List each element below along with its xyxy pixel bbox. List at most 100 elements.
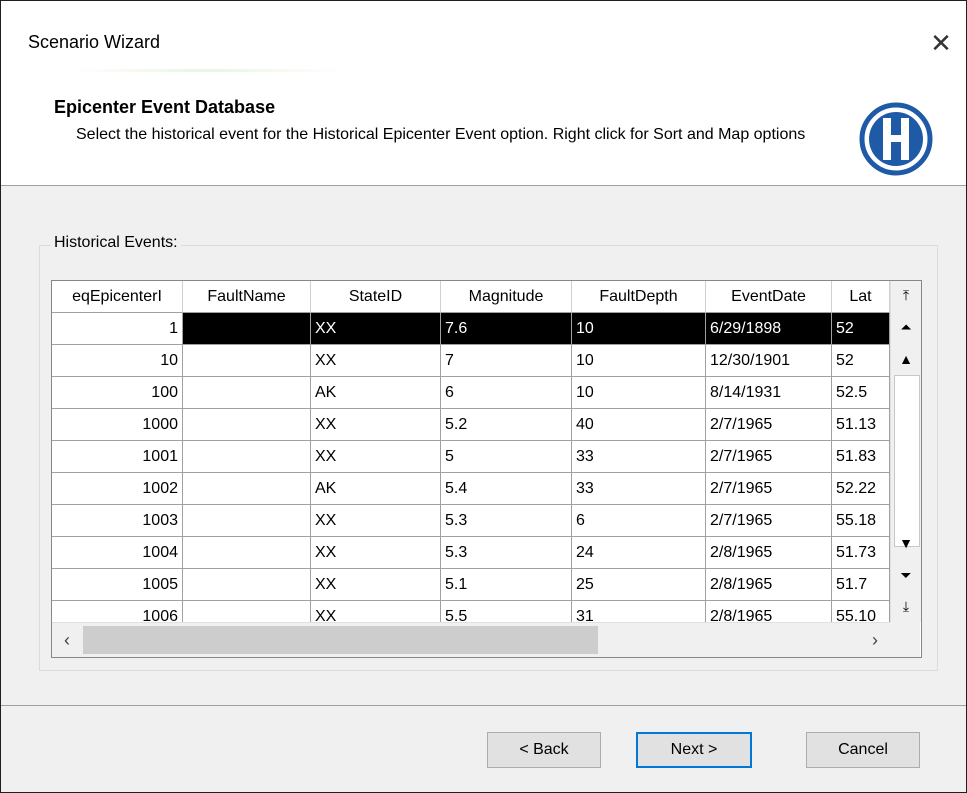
cell-eventdate[interactable]: 2/7/1965 bbox=[706, 441, 832, 473]
table-row[interactable]: 1004 XX 5.3 24 2/8/1965 51.73 bbox=[52, 537, 890, 569]
cell-magnitude[interactable]: 5 bbox=[441, 441, 572, 473]
vertical-scroll-thumb[interactable] bbox=[894, 375, 920, 547]
cell-faultname[interactable] bbox=[183, 377, 311, 409]
cell-eventdate[interactable]: 2/8/1965 bbox=[706, 569, 832, 601]
cancel-button[interactable]: Cancel bbox=[806, 732, 920, 768]
table-row[interactable]: 1 XX 7.6 10 6/29/1898 52 bbox=[52, 313, 890, 345]
cell-lat[interactable]: 52 bbox=[832, 313, 890, 345]
scroll-right-icon[interactable]: › bbox=[860, 623, 890, 657]
cell-lat[interactable]: 51.83 bbox=[832, 441, 890, 473]
table-row[interactable]: 10 XX 7 10 12/30/1901 52 bbox=[52, 345, 890, 377]
cell-magnitude[interactable]: 7 bbox=[441, 345, 572, 377]
page-up-icon[interactable]: ⏶ bbox=[891, 315, 921, 339]
column-header-eventdate[interactable]: EventDate bbox=[706, 281, 832, 313]
cell-stateid[interactable]: AK bbox=[311, 377, 441, 409]
cell-magnitude[interactable]: 7.6 bbox=[441, 313, 572, 345]
cell-lat[interactable]: 51.7 bbox=[832, 569, 890, 601]
cell-stateid[interactable]: AK bbox=[311, 473, 441, 505]
cell-faultdepth[interactable]: 24 bbox=[572, 537, 706, 569]
cell-eqepicenteri[interactable]: 1002 bbox=[52, 473, 183, 505]
cell-eqepicenteri[interactable]: 100 bbox=[52, 377, 183, 409]
cell-lat[interactable]: 52.22 bbox=[832, 473, 890, 505]
table-row[interactable]: 1003 XX 5.3 6 2/7/1965 55.18 bbox=[52, 505, 890, 537]
cell-faultdepth[interactable]: 25 bbox=[572, 569, 706, 601]
cell-magnitude[interactable]: 5.4 bbox=[441, 473, 572, 505]
cell-faultdepth[interactable]: 6 bbox=[572, 505, 706, 537]
table-row[interactable]: 1005 XX 5.1 25 2/8/1965 51.7 bbox=[52, 569, 890, 601]
cell-lat[interactable]: 52.5 bbox=[832, 377, 890, 409]
cell-eqepicenteri[interactable]: 10 bbox=[52, 345, 183, 377]
cell-faultname[interactable] bbox=[183, 569, 311, 601]
cell-eqepicenteri[interactable]: 1004 bbox=[52, 537, 183, 569]
cell-magnitude[interactable]: 5.3 bbox=[441, 505, 572, 537]
cell-eqepicenteri[interactable]: 1005 bbox=[52, 569, 183, 601]
cell-faultdepth[interactable]: 33 bbox=[572, 441, 706, 473]
cell-magnitude[interactable]: 5.3 bbox=[441, 537, 572, 569]
cell-eventdate[interactable]: 8/14/1931 bbox=[706, 377, 832, 409]
scroll-up-icon[interactable]: ▲ bbox=[891, 347, 921, 371]
vertical-scrollbar[interactable]: ⤒ ⏶ ▲ ▼ ⏷ ⤓ bbox=[890, 281, 921, 622]
cell-faultname[interactable] bbox=[183, 505, 311, 537]
horizontal-scroll-thumb[interactable] bbox=[83, 626, 598, 654]
cell-lat[interactable]: 51.13 bbox=[832, 409, 890, 441]
cell-eqepicenteri[interactable]: 1 bbox=[52, 313, 183, 345]
table-row[interactable]: 1001 XX 5 33 2/7/1965 51.83 bbox=[52, 441, 890, 473]
title-accent-line bbox=[69, 69, 345, 72]
column-header-eqepicenteri[interactable]: eqEpicenterI bbox=[52, 281, 183, 313]
column-header-lat[interactable]: Lat bbox=[832, 281, 890, 313]
table-row[interactable]: 1002 AK 5.4 33 2/7/1965 52.22 bbox=[52, 473, 890, 505]
cell-faultname[interactable] bbox=[183, 313, 311, 345]
cell-magnitude[interactable]: 6 bbox=[441, 377, 572, 409]
cell-faultdepth[interactable]: 10 bbox=[572, 377, 706, 409]
cell-eqepicenteri[interactable]: 1001 bbox=[52, 441, 183, 473]
cell-magnitude[interactable]: 5.2 bbox=[441, 409, 572, 441]
table-row[interactable]: 100 AK 6 10 8/14/1931 52.5 bbox=[52, 377, 890, 409]
scroll-bottom-icon[interactable]: ⤓ bbox=[891, 594, 921, 618]
cell-faultname[interactable] bbox=[183, 345, 311, 377]
scroll-down-icon[interactable]: ▼ bbox=[891, 531, 921, 555]
column-header-faultname[interactable]: FaultName bbox=[183, 281, 311, 313]
cell-eventdate[interactable]: 2/7/1965 bbox=[706, 409, 832, 441]
cell-faultname[interactable] bbox=[183, 537, 311, 569]
column-header-faultdepth[interactable]: FaultDepth bbox=[572, 281, 706, 313]
cell-eventdate[interactable]: 2/8/1965 bbox=[706, 537, 832, 569]
cell-lat[interactable]: 52 bbox=[832, 345, 890, 377]
footer-divider bbox=[1, 705, 966, 706]
cell-faultname[interactable] bbox=[183, 409, 311, 441]
cell-eventdate[interactable]: 2/7/1965 bbox=[706, 505, 832, 537]
title-bar: Scenario Wizard ✕ bbox=[1, 1, 966, 89]
page-down-icon[interactable]: ⏷ bbox=[891, 563, 921, 587]
cell-stateid[interactable]: XX bbox=[311, 441, 441, 473]
cell-lat[interactable]: 51.73 bbox=[832, 537, 890, 569]
cell-lat[interactable]: 55.18 bbox=[832, 505, 890, 537]
cell-eqepicenteri[interactable]: 1000 bbox=[52, 409, 183, 441]
cell-eventdate[interactable]: 12/30/1901 bbox=[706, 345, 832, 377]
cell-stateid[interactable]: XX bbox=[311, 409, 441, 441]
cell-faultname[interactable] bbox=[183, 473, 311, 505]
scroll-left-icon[interactable]: ‹ bbox=[52, 623, 82, 657]
horizontal-scrollbar[interactable]: ‹ › bbox=[52, 622, 920, 657]
back-button[interactable]: < Back bbox=[487, 732, 601, 768]
table-row[interactable]: 1000 XX 5.2 40 2/7/1965 51.13 bbox=[52, 409, 890, 441]
cell-faultdepth[interactable]: 10 bbox=[572, 345, 706, 377]
cell-faultdepth[interactable]: 33 bbox=[572, 473, 706, 505]
cell-magnitude[interactable]: 5.1 bbox=[441, 569, 572, 601]
cell-faultdepth[interactable]: 40 bbox=[572, 409, 706, 441]
cell-stateid[interactable]: XX bbox=[311, 537, 441, 569]
column-header-magnitude[interactable]: Magnitude bbox=[441, 281, 572, 313]
events-grid[interactable]: eqEpicenterI FaultName StateID Magnitude Fau… bbox=[51, 280, 922, 658]
cell-stateid[interactable]: XX bbox=[311, 313, 441, 345]
cell-eventdate[interactable]: 2/7/1965 bbox=[706, 473, 832, 505]
cell-eqepicenteri[interactable]: 1003 bbox=[52, 505, 183, 537]
cell-stateid[interactable]: XX bbox=[311, 345, 441, 377]
next-button[interactable]: Next > bbox=[636, 732, 752, 768]
column-header-stateid[interactable]: StateID bbox=[311, 281, 441, 313]
cell-faultname[interactable] bbox=[183, 441, 311, 473]
scroll-top-icon[interactable]: ⤒ bbox=[891, 283, 921, 307]
scenario-wizard-window: Scenario Wizard ✕ Epicenter Event Databa… bbox=[0, 0, 967, 793]
close-icon[interactable]: ✕ bbox=[921, 23, 961, 63]
cell-eventdate[interactable]: 6/29/1898 bbox=[706, 313, 832, 345]
cell-faultdepth[interactable]: 10 bbox=[572, 313, 706, 345]
cell-stateid[interactable]: XX bbox=[311, 569, 441, 601]
cell-stateid[interactable]: XX bbox=[311, 505, 441, 537]
